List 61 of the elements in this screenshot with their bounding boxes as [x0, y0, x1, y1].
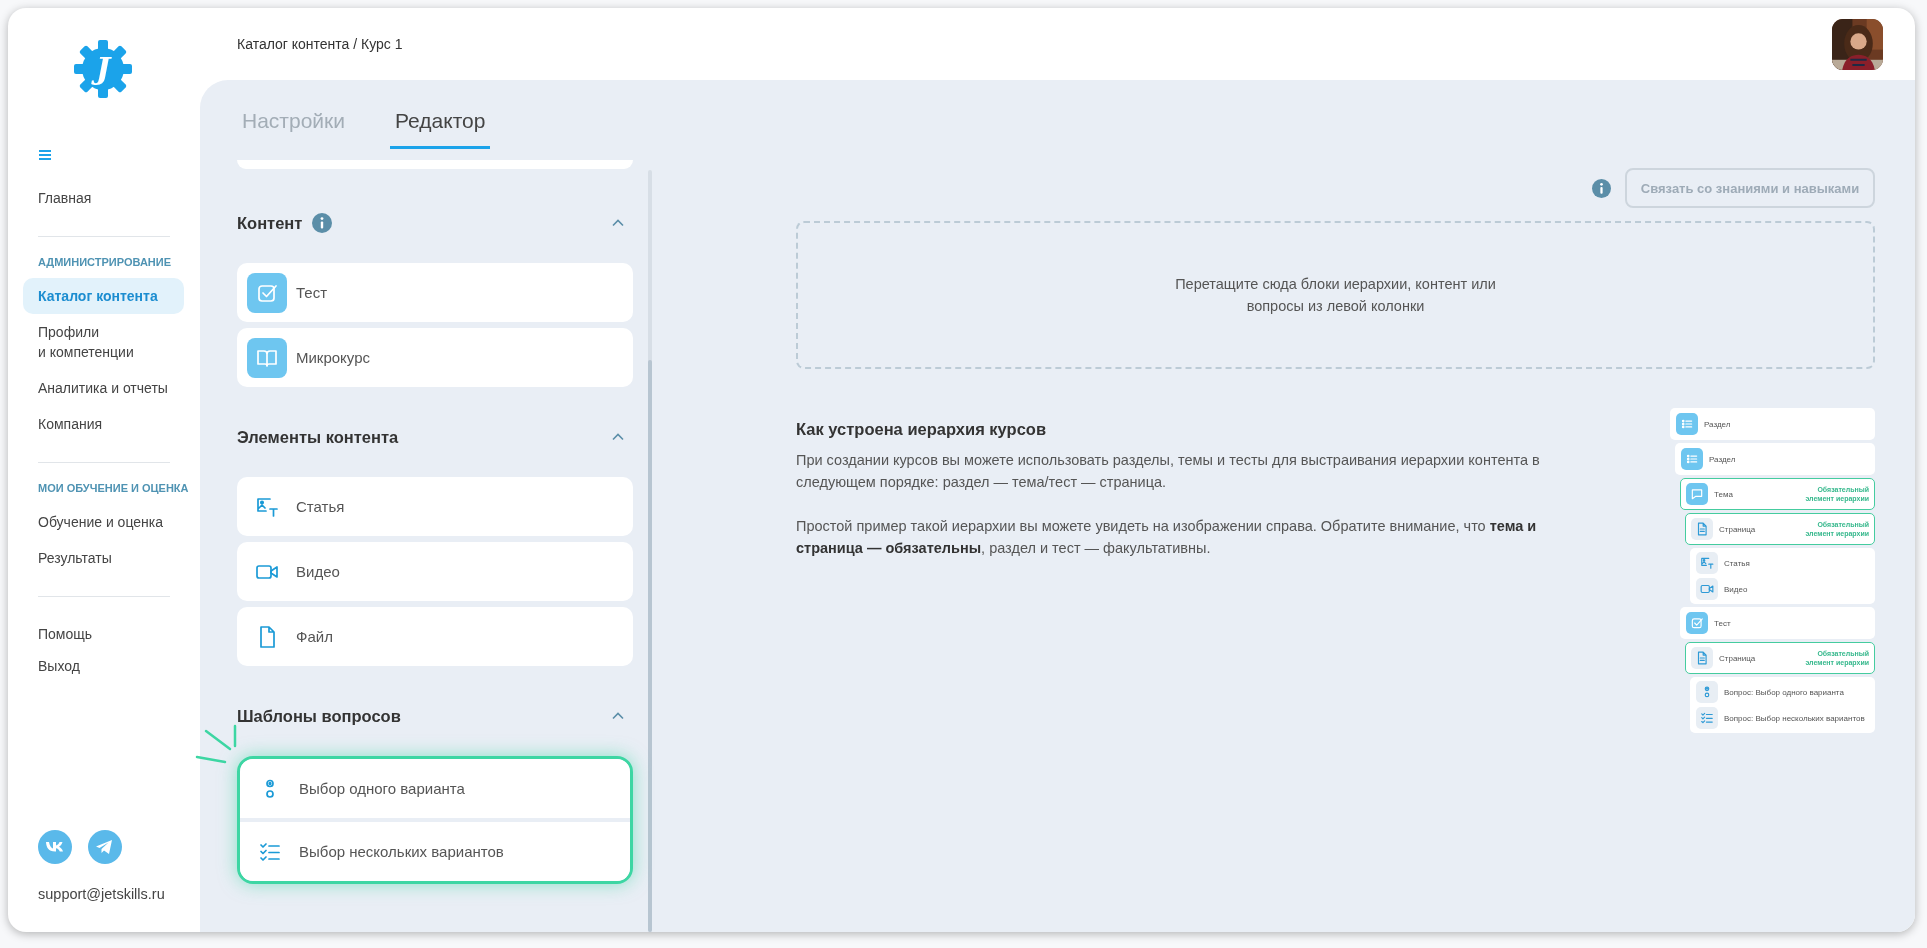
video-camera-icon [1696, 578, 1718, 600]
check-square-icon [247, 272, 287, 313]
nav-section-title: АДМИНИСТРИРОВАНИЕ [38, 255, 172, 269]
info-icon[interactable] [312, 213, 333, 233]
section-title: Элементы контента [237, 427, 399, 447]
list-icon [1676, 413, 1698, 435]
info-icon[interactable] [1592, 178, 1611, 198]
palette-item[interactable]: Выбор одного варианта [240, 759, 630, 818]
check-square-icon [1686, 612, 1708, 634]
tab[interactable]: Редактор [390, 108, 491, 149]
image-text-icon [1696, 552, 1718, 574]
nav-item[interactable]: Главная [23, 180, 184, 216]
drop-zone[interactable]: Перетащите сюда блоки иерархии, контент или вопросы из левой колонки [796, 221, 1875, 369]
section-title: Контент [237, 213, 303, 233]
breadcrumb: Каталог контента / Курс 1 [237, 36, 403, 52]
hierarchy-label: Вопрос: Выбор одного варианта [1724, 687, 1844, 697]
hierarchy-label: Раздел [1709, 454, 1737, 464]
chevron-up-icon[interactable] [611, 432, 625, 442]
nav-section-title: МОИ ОБУЧЕНИЕ И ОЦЕНКА [38, 481, 190, 495]
hierarchy-label: Тест [1714, 618, 1732, 628]
palette-item[interactable]: Видео [237, 542, 633, 601]
scrollbar[interactable] [648, 170, 652, 932]
nav-item[interactable]: Выход [23, 650, 184, 682]
menu-icon[interactable] [38, 149, 52, 161]
palette-item[interactable]: Микрокурс [237, 328, 633, 387]
palette-item[interactable]: Статья [237, 477, 633, 536]
document-icon [1691, 647, 1713, 669]
document-icon [1691, 518, 1713, 540]
book-icon [247, 337, 287, 378]
nav-item[interactable]: Аналитика и отчеты [23, 370, 184, 406]
hierarchy-label: Раздел [1704, 419, 1732, 429]
nav-item[interactable]: Обучение и оценка [23, 504, 184, 540]
checklist-icon [1696, 707, 1718, 729]
chevron-up-icon[interactable] [611, 218, 625, 228]
logo: J [73, 39, 133, 99]
hierarchy-label: Вопрос: Выбор нескольких вариантов [1724, 713, 1865, 723]
list-icon [1681, 448, 1703, 470]
sparkle-icon [195, 724, 237, 764]
drop-hint: Перетащите сюда блоки иерархии, контент или вопросы из левой колонки [1175, 275, 1496, 316]
hierarchy-label: Видео [1724, 584, 1748, 594]
hierarchy-label: Страница [1719, 524, 1757, 534]
nav-item[interactable]: Профили и компетенции [23, 314, 184, 370]
section-title: Шаблоны вопросов [237, 706, 401, 726]
support-email[interactable]: support@jetskills.ru [38, 885, 200, 903]
paper-plane-icon[interactable] [88, 830, 122, 864]
radio-options-icon [1696, 681, 1718, 703]
chevron-up-icon[interactable] [611, 711, 625, 721]
nav-item[interactable]: Компания [23, 406, 184, 442]
palette-item[interactable]: Тест [237, 263, 633, 322]
palette-item[interactable]: Выбор нескольких вариантов [240, 822, 630, 881]
palette-item[interactable]: Файл [237, 607, 633, 666]
hierarchy-label: Статья [1724, 558, 1750, 568]
help-paragraph: Простой пример такой иерархии вы можете увидеть на изображении справа. Обратите внимание, что тема и страница — обязательны, раздел и тест — факультативны. [796, 517, 1538, 558]
hierarchy-label: Тема [1714, 489, 1734, 499]
nav-item[interactable]: Результаты [23, 540, 184, 576]
vk-icon[interactable] [38, 830, 72, 864]
help-title: Как устроена иерархия курсов [796, 420, 1048, 439]
hierarchy-label: Страница [1719, 653, 1757, 663]
help-paragraph: При создании курсов вы можете использовать разделы, темы и тесты для выстраивания иерархии контента в следующем порядке: раздел — тема/тест — страница. [796, 451, 1541, 492]
chat-bubble-icon [1686, 483, 1708, 505]
nav-item[interactable]: Помощь [23, 618, 184, 650]
